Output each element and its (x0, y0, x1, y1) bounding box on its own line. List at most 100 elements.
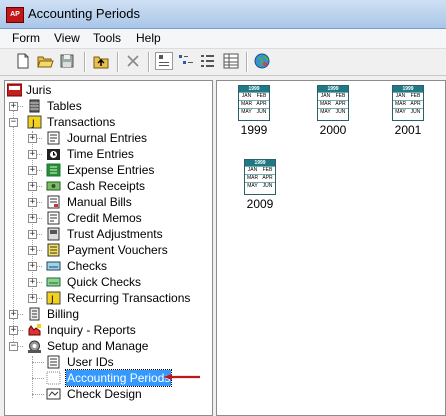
transactions-icon: J (27, 115, 42, 129)
navigation-tree[interactable]: Juris + Tables − J Transactions + Journa… (4, 80, 213, 416)
period-item[interactable]: 1999 JAN FEB MAR APR MAY JUN 2009 (237, 159, 283, 211)
tree-item-check-design[interactable]: Check Design (5, 386, 210, 402)
save-icon[interactable] (58, 52, 76, 70)
menu-tools[interactable]: Tools (93, 31, 121, 45)
tree-item-tables[interactable]: + Tables (5, 98, 205, 114)
quick-checks-icon (46, 275, 61, 289)
period-item[interactable]: 1999 JAN FEB MAR APR MAY JUN 1999 (231, 85, 277, 137)
manual-bills-icon (46, 195, 61, 209)
toolbar-separator (84, 52, 86, 72)
tree-item-payment-vouchers[interactable]: + Payment Vouchers (5, 242, 210, 258)
title-bar: AP Accounting Periods (0, 0, 446, 29)
tree-label: Manual Bills (67, 195, 132, 209)
small-icons-view-icon[interactable] (177, 52, 195, 70)
tree-label: Billing (47, 307, 80, 321)
large-icons-view-icon[interactable] (155, 52, 173, 70)
setup-and-manage-icon (27, 339, 42, 353)
tree-item-setup-and-manage[interactable]: − Setup and Manage (5, 338, 205, 354)
expand-icon[interactable]: + (9, 326, 18, 335)
tree-item-transactions[interactable]: − J Transactions (5, 114, 205, 130)
payment-vouchers-icon (46, 243, 61, 257)
tree-item-expense-entries[interactable]: + Expense Entries (5, 162, 210, 178)
open-folder-icon[interactable] (36, 52, 54, 70)
expand-icon[interactable]: + (28, 134, 37, 143)
delete-icon[interactable] (124, 52, 142, 70)
period-item[interactable]: 1999 JAN FEB MAR APR MAY JUN 2000 (310, 85, 356, 137)
annotation-arrow (163, 374, 200, 380)
tree-label: Journal Entries (67, 131, 148, 145)
journal-entries-icon (46, 131, 61, 145)
tree-label: Recurring Transactions (67, 291, 191, 305)
new-icon[interactable] (14, 52, 32, 70)
tree-item-billing[interactable]: + Billing (5, 306, 205, 322)
collapse-icon[interactable]: − (9, 118, 18, 127)
expand-icon[interactable]: + (28, 214, 37, 223)
tree-item-inquiry-reports[interactable]: + Inquiry - Reports (5, 322, 205, 338)
tree-label: Juris (26, 83, 52, 97)
tree-label: Check Design (67, 387, 142, 401)
recurring-transactions-icon: J (46, 291, 61, 305)
tree-item-manual-bills[interactable]: + Manual Bills (5, 194, 210, 210)
up-folder-icon[interactable] (92, 52, 110, 70)
toolbar-separator (148, 52, 150, 72)
expand-icon[interactable]: + (28, 262, 37, 271)
tree-item-juris[interactable]: Juris (5, 82, 205, 98)
tree-item-credit-memos[interactable]: + Credit Memos (5, 210, 210, 226)
credit-memos-icon (46, 211, 61, 225)
cash-receipts-icon (46, 179, 61, 193)
toolbar-separator (246, 52, 248, 72)
tree-item-cash-receipts[interactable]: + Cash Receipts (5, 178, 210, 194)
time-entries-icon (46, 147, 61, 161)
calendar-icon: 1999 JAN FEB MAR APR MAY JUN (244, 159, 276, 195)
accounting-periods-icon (46, 371, 61, 385)
menu-bar: Form View Tools Help (0, 29, 446, 49)
periods-list-view[interactable]: 1999 JAN FEB MAR APR MAY JUN 1999 1999 JAN F… (216, 80, 446, 416)
tree-item-checks[interactable]: + Checks (5, 258, 210, 274)
calendar-icon: 1999 JAN FEB MAR APR MAY JUN (392, 85, 424, 121)
expand-icon[interactable]: + (28, 150, 37, 159)
details-view-icon[interactable] (222, 52, 240, 70)
expand-icon[interactable]: + (28, 246, 37, 255)
menu-view[interactable]: View (54, 31, 80, 45)
collapse-icon[interactable]: − (9, 342, 18, 351)
period-label: 2000 (319, 123, 347, 137)
tree-label: Credit Memos (67, 211, 142, 225)
tree-item-recurring-transactions[interactable]: + J Recurring Transactions (5, 290, 210, 306)
svg-text:J: J (50, 295, 54, 305)
expand-icon[interactable]: + (28, 166, 37, 175)
tree-item-journal-entries[interactable]: + Journal Entries (5, 130, 210, 146)
menu-help[interactable]: Help (136, 31, 161, 45)
tree-label: Tables (47, 99, 82, 113)
expand-icon[interactable]: + (9, 310, 18, 319)
tree-label: Inquiry - Reports (47, 323, 136, 337)
tables-icon (27, 99, 42, 113)
globe-icon[interactable] (253, 52, 271, 70)
expand-icon[interactable]: + (28, 182, 37, 191)
juris-app-icon (6, 83, 23, 97)
checks-icon (46, 259, 61, 273)
user-ids-icon (46, 355, 61, 369)
period-item[interactable]: 1999 JAN FEB MAR APR MAY JUN 2001 (385, 85, 431, 137)
expense-entries-icon (46, 163, 61, 177)
menu-form[interactable]: Form (12, 31, 40, 45)
expand-icon[interactable]: + (28, 230, 37, 239)
tree-label: Payment Vouchers (67, 243, 168, 257)
list-view-icon[interactable] (199, 52, 217, 70)
window-title: Accounting Periods (28, 6, 141, 21)
expand-icon[interactable]: + (28, 278, 37, 287)
tree-label: Cash Receipts (67, 179, 146, 193)
tree-label: User IDs (67, 355, 114, 369)
tree-item-trust-adjustments[interactable]: + Trust Adjustments (5, 226, 210, 242)
tree-item-user-ids[interactable]: User IDs (5, 354, 210, 370)
tree-label: Checks (67, 259, 108, 273)
expand-icon[interactable]: + (28, 198, 37, 207)
calendar-icon: 1999 JAN FEB MAR APR MAY JUN (238, 85, 270, 121)
tree-item-quick-checks[interactable]: + Quick Checks (5, 274, 210, 290)
calendar-icon: 1999 JAN FEB MAR APR MAY JUN (317, 85, 349, 121)
expand-icon[interactable]: + (28, 294, 37, 303)
tree-item-time-entries[interactable]: + Time Entries (5, 146, 210, 162)
check-design-icon (46, 387, 61, 401)
tree-label: Time Entries (67, 147, 134, 161)
expand-icon[interactable]: + (9, 102, 18, 111)
period-label: 1999 (240, 123, 268, 137)
